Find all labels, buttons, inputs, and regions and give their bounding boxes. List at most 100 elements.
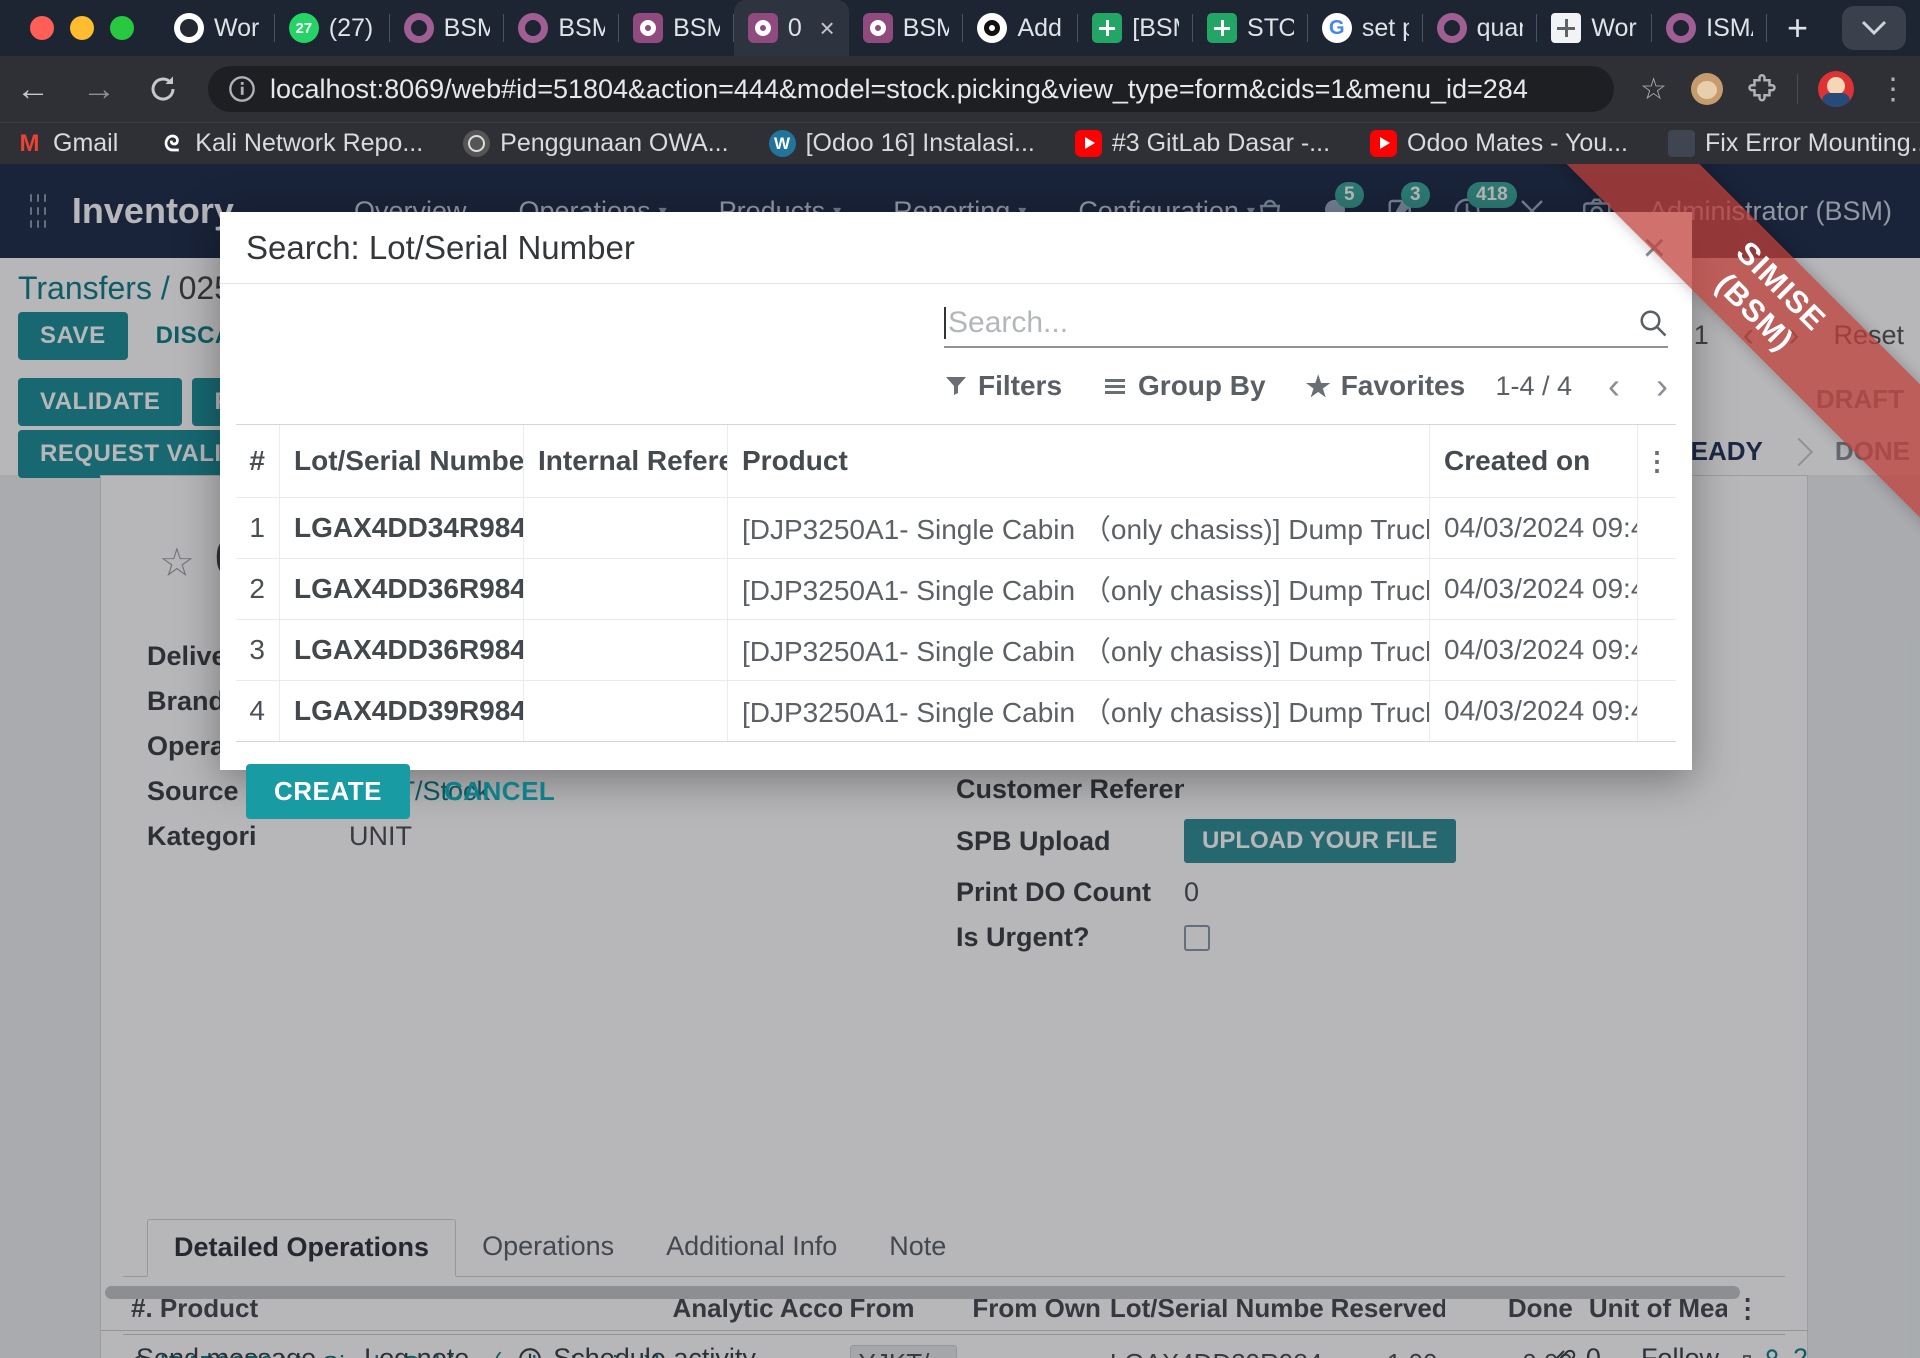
profile-avatar[interactable] [1806,71,1866,107]
col-created-on[interactable]: Created on [1430,425,1638,497]
url-text: localhost:8069/web#id=51804&action=444&m… [270,74,1528,105]
tab-close-icon[interactable]: × [818,13,835,44]
kali-icon: ᘓ [158,130,185,157]
extension-monkey-icon[interactable] [1679,73,1735,105]
text-cursor [944,307,946,339]
forward-button[interactable]: → [66,70,132,109]
bookmark-gitlab[interactable]: #3 GitLab Dasar -... [1075,129,1330,158]
page-icon [1668,130,1695,157]
tab-odoo-isma[interactable]: ISMA [1652,0,1767,56]
cancel-button[interactable]: CANCEL [444,776,555,807]
col-index: # [236,425,280,497]
sheets-icon [1207,13,1237,43]
table-header-row: # Lot/Serial Number Internal Reference P… [236,425,1676,498]
tab-list: Work (27) W BSM BSM BSM 0× BSM Add T [BS… [160,0,1828,56]
browser-tabstrip: Work (27) W BSM BSM BSM 0× BSM Add T [BS… [0,0,1920,56]
toolbar-divider [1797,74,1798,104]
new-tab-button[interactable]: + [1767,7,1828,49]
created-on: 04/03/2024 09:43:06 [1444,634,1638,666]
bookmark-gmail[interactable]: MGmail [16,129,118,158]
extensions-puzzle-icon[interactable] [1735,74,1789,104]
tab-odoo-bsm-2[interactable]: BSM [504,0,619,56]
spreadsheet-icon [1551,13,1581,43]
table-row[interactable]: 3 LGAX4DD36R9844810 [DJP3250A1- Single C… [236,620,1676,681]
product-name: [DJP3250A1- Single Cabin （only chasiss)]… [742,569,1430,609]
filters-button[interactable]: Filters [944,370,1062,402]
tab-whatsapp[interactable]: (27) W [275,0,390,56]
lot-serial-table: # Lot/Serial Number Internal Reference P… [236,424,1676,742]
globe-icon [463,130,490,157]
whatsapp-icon [289,13,319,43]
table-row[interactable]: 4 LGAX4DD39R9844803 [DJP3250A1- Single C… [236,681,1676,741]
window-close-button[interactable] [30,16,54,40]
tab-github[interactable]: Work [160,0,275,56]
browser-menu-icon[interactable]: ⋮ [1866,72,1920,107]
odoo-icon [1437,13,1467,43]
chevron-down-icon [1861,20,1887,36]
pager-prev-icon[interactable]: ‹ [1608,365,1620,407]
youtube-icon [1370,130,1397,157]
wordpress-icon: W [769,130,796,157]
screen: Work (27) W BSM BSM BSM 0× BSM Add T [BS… [0,0,1920,1358]
odoo-icon [633,13,663,43]
window-zoom-button[interactable] [110,16,134,40]
bookmark-odoomates[interactable]: Odoo Mates - You... [1370,129,1628,158]
sheets-icon [1092,13,1122,43]
group-by-button[interactable]: Group By [1102,370,1266,402]
product-name: [DJP3250A1- Single Cabin （only chasiss)]… [742,630,1430,670]
pager-next-icon[interactable]: › [1656,365,1668,407]
product-name: [DJP3250A1- Single Cabin （only chasiss)]… [742,691,1430,731]
favorites-button[interactable]: ★ Favorites [1306,370,1466,403]
tab-odoo-bsm-4[interactable]: BSM [849,0,964,56]
window-minimize-button[interactable] [70,16,94,40]
optional-columns-icon[interactable]: ⋮ [1638,425,1676,497]
search-input[interactable] [948,306,1638,340]
bookmark-kali[interactable]: ᘓKali Network Repo... [158,129,423,158]
address-bar[interactable]: localhost:8069/web#id=51804&action=444&m… [208,66,1614,112]
dialog-pager: 1-4 / 4 ‹ › [1495,365,1668,407]
tab-google[interactable]: set p [1308,0,1423,56]
created-on: 04/03/2024 09:43:06 [1444,695,1638,727]
product-name: [DJP3250A1- Single Cabin （only chasiss)]… [742,508,1430,548]
site-info-icon[interactable] [228,75,256,103]
back-button[interactable]: ← [0,70,66,109]
created-on: 04/03/2024 09:43:06 [1444,573,1638,605]
group-by-bars-icon [1102,374,1128,398]
lot-number: LGAX4DD36R9844807 [294,573,524,605]
github-icon [174,13,204,43]
bookmark-star-icon[interactable]: ☆ [1628,72,1679,107]
google-icon [1322,13,1352,43]
tab-search-button[interactable] [1842,6,1906,50]
col-internal-reference[interactable]: Internal Reference [524,425,728,497]
tab-work[interactable]: Work [1537,0,1652,56]
tab-sheets-2[interactable]: STOC [1193,0,1308,56]
odoo-icon [518,13,548,43]
tab-odoo-bsm-1[interactable]: BSM [390,0,505,56]
search-icon[interactable] [1638,308,1668,338]
reload-icon [148,74,178,104]
tab-chatgpt[interactable]: Add T [963,0,1078,56]
star-icon: ★ [1306,370,1331,403]
table-row[interactable]: 2 LGAX4DD36R9844807 [DJP3250A1- Single C… [236,559,1676,620]
filter-funnel-icon [944,374,968,398]
lot-number: LGAX4DD39R9844803 [294,695,524,727]
chatgpt-icon [977,13,1007,43]
col-lot-serial[interactable]: Lot/Serial Number [280,425,524,497]
tab-odoo-quan[interactable]: quan [1423,0,1538,56]
youtube-icon [1075,130,1102,157]
bookmark-odoo16[interactable]: W[Odoo 16] Instalasi... [769,129,1035,158]
lot-number: LGAX4DD36R9844810 [294,634,524,666]
odoo-icon [863,13,893,43]
tab-odoo-bsm-3[interactable]: BSM [619,0,734,56]
reload-button[interactable] [132,74,194,104]
table-row[interactable]: 1 LGAX4DD34R9844806 [DJP3250A1- Single C… [236,498,1676,559]
odoo-icon [748,13,778,43]
bookmark-owa[interactable]: Penggunaan OWA... [463,129,728,158]
bookmarks-bar: MGmail ᘓKali Network Repo... Penggunaan … [0,122,1920,164]
col-product[interactable]: Product [728,425,1430,497]
bookmark-fixerror[interactable]: Fix Error Mounting... [1668,129,1920,158]
tab-sheets-1[interactable]: [BSM [1078,0,1193,56]
tab-active[interactable]: 0× [734,0,849,56]
create-button[interactable]: CREATE [246,764,410,819]
macos-traffic-lights [0,16,160,40]
